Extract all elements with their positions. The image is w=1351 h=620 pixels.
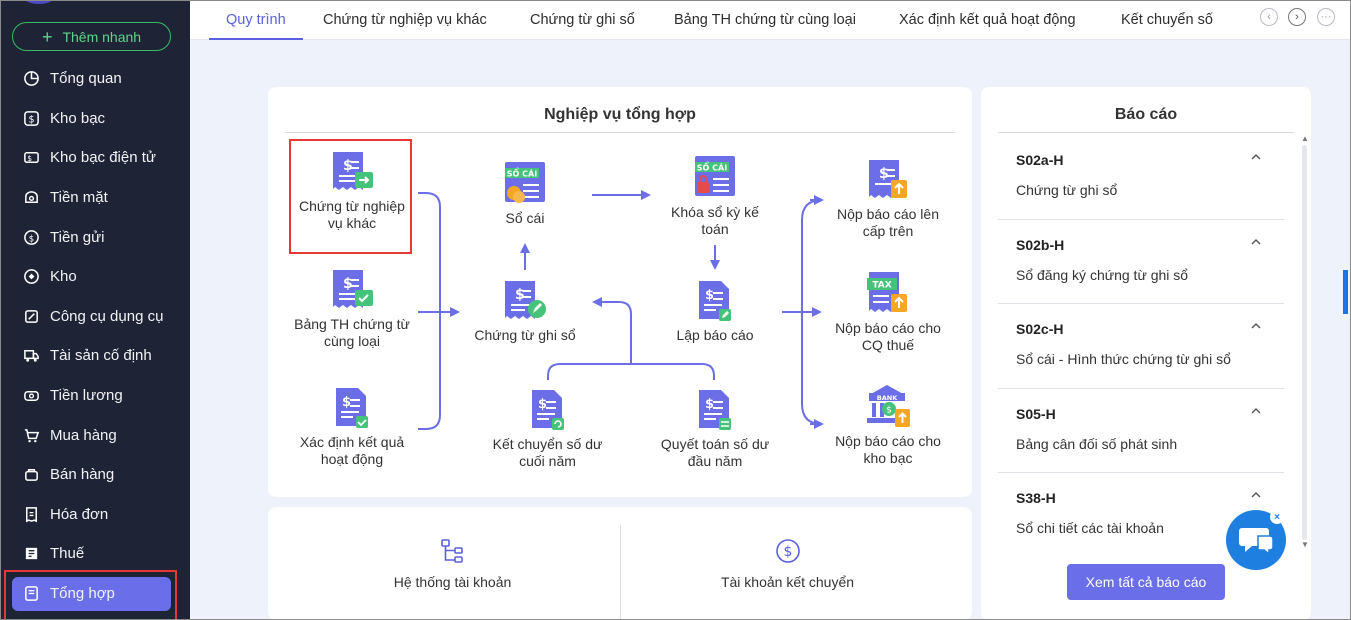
svg-text:$: $ bbox=[538, 397, 547, 412]
report-name: Chứng từ ghi sổ bbox=[1016, 182, 1118, 198]
accounts-divider bbox=[620, 525, 621, 620]
svg-text:$: $ bbox=[343, 276, 353, 292]
chevron-up-icon[interactable] bbox=[1250, 151, 1262, 163]
report-code: S38-H bbox=[1016, 490, 1056, 506]
node-carry-forward[interactable]: $ Kết chuyển số dư cuối năm bbox=[490, 388, 605, 470]
svg-text:$: $ bbox=[342, 395, 351, 410]
reports-title: Báo cáo bbox=[1114, 106, 1178, 123]
node-label: Sổ cái bbox=[505, 210, 545, 226]
report-code: S02a-H bbox=[1016, 152, 1064, 168]
chevron-up-icon[interactable] bbox=[1250, 236, 1262, 248]
node-make-report[interactable]: $ Lập báo cáo bbox=[660, 279, 770, 344]
tax-report-icon: TAX bbox=[867, 272, 907, 312]
report-list: S02a-H Chứng từ ghi sổ S02b-H Sổ đăng ký… bbox=[998, 135, 1284, 558]
node-submit-upper[interactable]: $ Nộp báo cáo lên cấp trên bbox=[828, 158, 948, 240]
svg-text:TAX: TAX bbox=[872, 281, 891, 291]
report-item[interactable]: S02b-H Sổ đăng ký chứng từ ghi sổ bbox=[998, 220, 1284, 304]
report-code: S02c-H bbox=[1016, 321, 1064, 337]
svg-text:$: $ bbox=[343, 158, 353, 174]
node-label: Khóa sổ kỳ kế toán bbox=[671, 204, 759, 237]
scroll-up-icon[interactable]: ▲ bbox=[1301, 134, 1309, 143]
node-determine-results[interactable]: $ Xác định kết quả hoạt động bbox=[290, 386, 414, 468]
node-label: Chứng từ ghi sổ bbox=[474, 327, 576, 343]
chevron-up-icon[interactable] bbox=[1250, 320, 1262, 332]
bank-report-icon: BANK $ bbox=[867, 385, 910, 427]
carry-accounts-link[interactable]: $ Tài khoản kết chuyển bbox=[680, 538, 895, 590]
report-item[interactable]: S02a-H Chứng từ ghi sổ bbox=[998, 135, 1284, 220]
document-check-icon: $ bbox=[336, 388, 368, 428]
voucher-arrow-icon: $ bbox=[333, 152, 373, 190]
report-code: S05-H bbox=[1016, 405, 1056, 422]
node-label: Kết chuyển số dư cuối năm bbox=[492, 436, 603, 469]
node-other-vouchers[interactable]: $ Chứng từ nghiệp vụ khác bbox=[290, 150, 414, 232]
scroll-down-icon[interactable]: ▼ bbox=[1301, 540, 1309, 549]
chat-close-icon[interactable]: × bbox=[1270, 510, 1284, 524]
node-submit-tax[interactable]: TAX Nộp báo cáo cho CQ thuế bbox=[828, 270, 948, 354]
side-tab-marker[interactable] bbox=[1343, 270, 1348, 314]
node-ledger[interactable]: SỔ CÁI Sổ cái bbox=[480, 160, 570, 227]
chevron-up-icon[interactable] bbox=[1250, 405, 1262, 417]
svg-text:$: $ bbox=[705, 397, 714, 412]
svg-text:BANK: BANK bbox=[877, 394, 898, 402]
report-code: S02b-H bbox=[1016, 236, 1065, 253]
node-same-type-summary[interactable]: $ Bảng TH chứng từ cùng loại bbox=[290, 268, 414, 350]
node-label: Bảng TH chứng từ cùng loại bbox=[294, 316, 410, 349]
svg-text:$: $ bbox=[705, 288, 714, 303]
node-label: Nộp báo cáo cho kho bạc bbox=[835, 433, 941, 466]
node-recording-voucher[interactable]: $ Chứng từ ghi sổ bbox=[465, 279, 585, 344]
voucher-edit-icon: $ bbox=[505, 281, 546, 319]
svg-text:$: $ bbox=[886, 406, 892, 416]
document-transfer-icon: $ bbox=[699, 390, 731, 430]
reports-scrollbar[interactable] bbox=[1302, 145, 1307, 540]
chart-of-accounts-label: Hệ thống tài khoản bbox=[393, 574, 512, 590]
voucher-upload-icon: $ bbox=[869, 160, 907, 198]
node-label: Nộp báo cáo cho CQ thuế bbox=[835, 320, 941, 353]
svg-text:$: $ bbox=[515, 287, 525, 303]
svg-text:$: $ bbox=[879, 166, 889, 182]
reports-divider bbox=[998, 132, 1294, 133]
report-name: Bảng cân đối số phát sinh bbox=[1016, 435, 1178, 452]
report-name: Sổ chi tiết các tài khoản bbox=[1016, 520, 1164, 536]
node-label: Quyết toán số dư đầu năm bbox=[660, 436, 770, 469]
carry-accounts-label: Tài khoản kết chuyển bbox=[720, 574, 855, 590]
voucher-check-icon: $ bbox=[333, 270, 373, 308]
report-item[interactable]: S05-H Bảng cân đối số phát sinh bbox=[998, 389, 1284, 473]
tree-icon bbox=[440, 539, 463, 563]
report-item[interactable]: S02c-H Sổ cái - Hình thức chứng từ ghi s… bbox=[998, 304, 1284, 389]
chevron-up-icon[interactable] bbox=[1250, 489, 1262, 501]
node-label: Nộp báo cáo lên cấp trên bbox=[837, 206, 939, 239]
node-label: Lập báo cáo bbox=[676, 327, 754, 343]
report-name: Sổ cái - Hình thức chứng từ ghi sổ bbox=[1016, 351, 1231, 367]
chart-of-accounts-link[interactable]: Hệ thống tài khoản bbox=[345, 538, 560, 590]
document-edit-icon: $ bbox=[699, 281, 731, 321]
see-all-reports-button[interactable]: Xem tất cả báo cáo bbox=[1067, 564, 1225, 600]
node-label: Xác định kết quả hoạt động bbox=[299, 434, 405, 467]
dollar-circle-icon: $ bbox=[775, 539, 800, 563]
report-name: Sổ đăng ký chứng từ ghi sổ bbox=[1016, 266, 1189, 283]
node-submit-treasury[interactable]: BANK $ Nộp báo cáo cho kho bạc bbox=[828, 383, 948, 467]
document-refresh-icon: $ bbox=[531, 390, 564, 430]
ledger-lock-icon: SỔ CÁI bbox=[695, 156, 735, 196]
chat-icon bbox=[1239, 528, 1274, 556]
node-settle-opening[interactable]: $ Quyết toán số dư đầu năm bbox=[655, 388, 775, 470]
node-label: Chứng từ nghiệp vụ khác bbox=[299, 198, 405, 231]
ledger-icon: SỔ CÁI bbox=[505, 162, 545, 203]
svg-text:$: $ bbox=[783, 544, 792, 560]
node-lock-period[interactable]: SỔ CÁI Khóa sổ kỳ kế toán bbox=[660, 154, 770, 238]
